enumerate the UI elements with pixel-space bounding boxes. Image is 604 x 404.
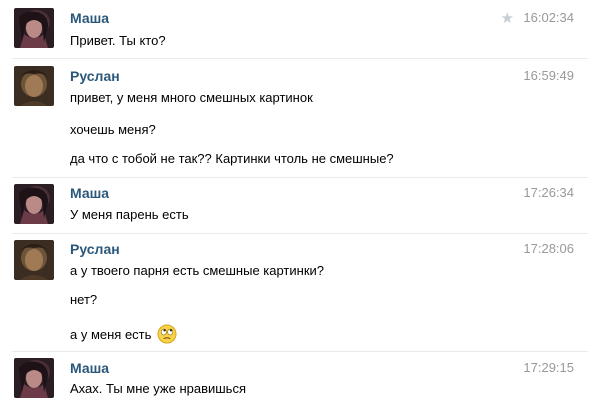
message-author[interactable]: Маша bbox=[70, 10, 109, 26]
star-icon[interactable]: ★ bbox=[501, 9, 514, 27]
message-text: Ахах. Ты мне уже нравишься bbox=[70, 381, 246, 396]
message-4: Руслан 17:28:06 а у твоего парня есть см… bbox=[0, 234, 604, 352]
message-text-with-emoji: а у меня есть bbox=[70, 324, 177, 347]
avatar-masha[interactable] bbox=[14, 8, 54, 48]
message-author[interactable]: Маша bbox=[70, 360, 109, 376]
message-timestamp: 16:59:49 bbox=[523, 68, 574, 83]
message-author[interactable]: Руслан bbox=[70, 68, 120, 84]
divider bbox=[12, 58, 588, 59]
avatar-ruslan[interactable] bbox=[14, 240, 54, 280]
message-text: привет, у меня много смешных картинок bbox=[70, 90, 313, 105]
avatar-ruslan[interactable] bbox=[14, 66, 54, 106]
message-text: а у меня есть bbox=[70, 326, 152, 342]
message-text: хочешь меня? bbox=[70, 122, 156, 137]
avatar-masha[interactable] bbox=[14, 358, 54, 398]
message-1: Маша ★ 16:02:34 Привет. Ты кто? bbox=[0, 0, 604, 60]
message-timestamp: 17:26:34 bbox=[523, 185, 574, 200]
message-3: Маша 17:26:34 У меня парень есть bbox=[0, 178, 604, 234]
message-text: нет? bbox=[70, 292, 98, 307]
message-author[interactable]: Маша bbox=[70, 185, 109, 201]
message-text: да что с тобой не так?? Картинки чтоль н… bbox=[70, 151, 394, 166]
message-text: а у твоего парня есть смешные картинки? bbox=[70, 263, 325, 278]
message-timestamp: 17:29:15 bbox=[523, 360, 574, 375]
message-text: У меня парень есть bbox=[70, 207, 189, 222]
message-timestamp: 17:28:06 bbox=[523, 241, 574, 256]
message-5: Маша 17:29:15 Ахах. Ты мне уже нравишься bbox=[0, 352, 604, 404]
rolling-eyes-emoji-icon bbox=[157, 324, 177, 347]
message-text: Привет. Ты кто? bbox=[70, 33, 166, 48]
message-timestamp: 16:02:34 bbox=[523, 10, 574, 25]
message-author[interactable]: Руслан bbox=[70, 241, 120, 257]
message-2: Руслан 16:59:49 привет, у меня много сме… bbox=[0, 60, 604, 178]
avatar-masha[interactable] bbox=[14, 184, 54, 224]
